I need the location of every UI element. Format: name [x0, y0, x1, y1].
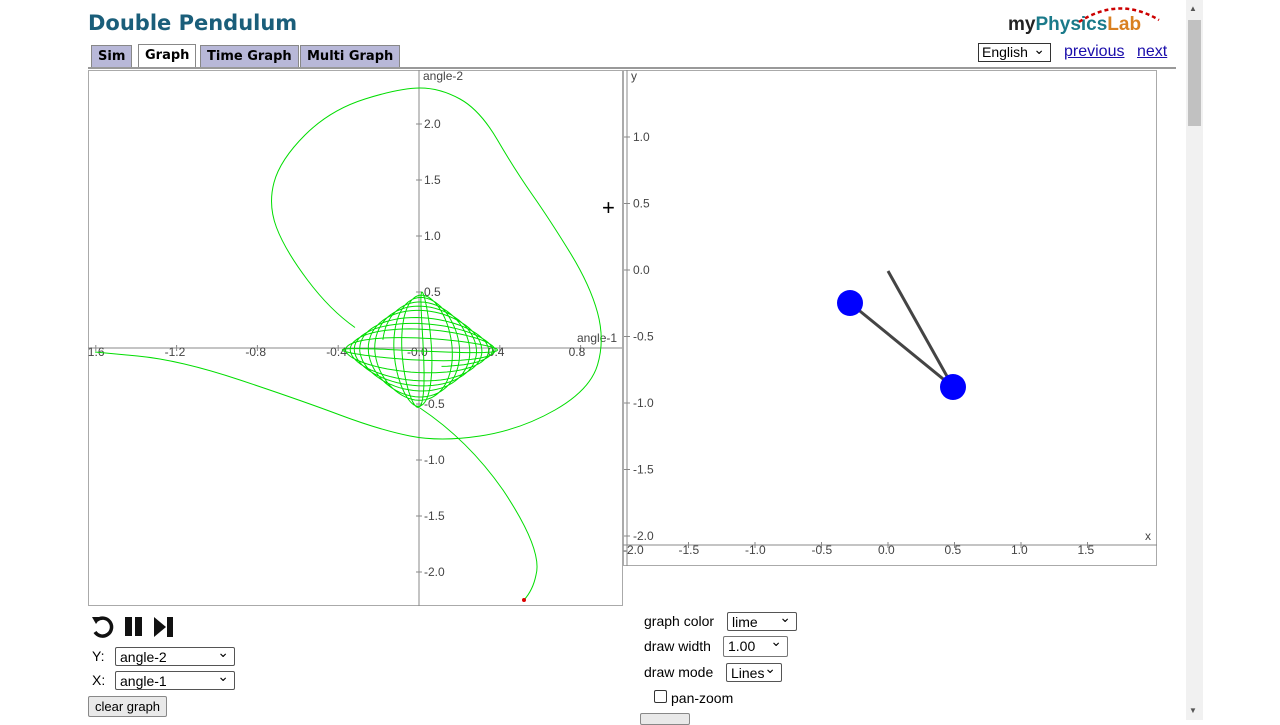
- scroll-down-icon[interactable]: ▼: [1189, 706, 1197, 715]
- pan-zoom-checkbox[interactable]: [654, 690, 667, 703]
- page-title: Double Pendulum: [88, 11, 298, 35]
- draw-width-value: 1.00: [728, 638, 756, 654]
- next-link[interactable]: next: [1137, 43, 1167, 61]
- y-axis-label: angle-2: [423, 70, 463, 83]
- y-tick-label: -2.0: [424, 565, 445, 579]
- y-tick-label: 2.0: [424, 117, 441, 131]
- pan-zoom-label: pan-zoom: [671, 690, 734, 706]
- x-axis-label: angle-1: [577, 331, 617, 345]
- more-button[interactable]: [640, 713, 690, 725]
- language-select[interactable]: English ⌄: [978, 41, 1051, 62]
- graph-color-label: graph color: [644, 613, 715, 629]
- sim-x-tick-label: 0.5: [945, 543, 962, 557]
- tab-sim[interactable]: Sim: [91, 45, 133, 67]
- y-variable-select[interactable]: angle-2: [115, 644, 235, 666]
- x-tick-label: -0.4: [326, 345, 347, 359]
- sim-x-tick-label: -1.0: [745, 543, 766, 557]
- sim-y-tick-label: -1.0: [633, 396, 654, 410]
- sim-y-tick-label: -1.5: [633, 463, 654, 477]
- pendulum-bob-2[interactable]: [837, 290, 863, 316]
- tab-divider: [88, 67, 1176, 69]
- sim-y-label: y: [631, 70, 637, 83]
- pendulum-rod-1: [886, 270, 955, 388]
- y-tick-label: -1.5: [424, 509, 445, 523]
- y-tick-label: 1.0: [424, 229, 441, 243]
- current-point: [522, 598, 526, 602]
- sim-y-tick-label: 0.5: [633, 197, 650, 211]
- pause-icon[interactable]: [123, 616, 145, 638]
- sim-x-label: x: [1145, 529, 1151, 543]
- sim-x-tick-label: -2.0: [623, 543, 644, 557]
- sim-y-tick-label: 1.0: [633, 130, 650, 144]
- draw-width-input[interactable]: 1.00: [723, 633, 788, 657]
- reset-icon[interactable]: [90, 614, 116, 640]
- sim-x-tick-label: 1.0: [1011, 543, 1028, 557]
- draw-mode-select[interactable]: Lines: [726, 660, 782, 682]
- x-tick-label: -0.8: [245, 345, 266, 359]
- x-tick-label: -1.2: [165, 345, 186, 359]
- sim-y-tick-label: -0.5: [633, 330, 654, 344]
- sim-y-tick-label: -2.0: [633, 529, 654, 543]
- draw-mode-label: draw mode: [644, 664, 714, 680]
- x-tick-label: 0.8: [569, 345, 586, 359]
- x-variable-value: angle-1: [120, 673, 167, 689]
- tab-multi-graph[interactable]: Multi Graph: [300, 45, 401, 67]
- previous-link[interactable]: previous: [1064, 43, 1124, 61]
- logo-my: my: [1008, 14, 1036, 35]
- sim-x-tick-label: 0.0: [878, 543, 895, 557]
- sim-x-tick-label: 1.5: [1078, 543, 1095, 557]
- draw-mode-value: Lines: [731, 665, 765, 681]
- graph-color-value: lime: [732, 614, 758, 630]
- site-logo[interactable]: myPhysicsLab: [1008, 7, 1160, 36]
- x-variable-select[interactable]: angle-1: [115, 668, 235, 690]
- logo-arc-icon: [1078, 7, 1160, 24]
- tab-graph[interactable]: Graph: [138, 44, 197, 68]
- pendulum-bob-1[interactable]: [940, 374, 966, 400]
- x-tick-label: -0.0: [407, 345, 428, 359]
- y-tick-label: -1.0: [424, 453, 445, 467]
- draw-width-label: draw width: [644, 638, 711, 654]
- x-select-label: X:: [92, 672, 106, 688]
- simulation-view[interactable]: y x -2.0 -1.5 -1.0 -0.5 0.0 0.5 1.0 1.5 1.0 0.5 0.…: [623, 70, 1157, 566]
- step-icon[interactable]: [153, 616, 175, 638]
- clear-graph-button[interactable]: clear graph: [88, 696, 168, 717]
- y-tick-label: 0.5: [424, 285, 441, 299]
- y-tick-label: 1.5: [424, 173, 441, 187]
- scrollbar-thumb[interactable]: [1188, 20, 1201, 126]
- sim-y-tick-label: 0.0: [633, 263, 650, 277]
- y-variable-value: angle-2: [120, 649, 167, 665]
- tab-time-graph[interactable]: Time Graph: [200, 45, 299, 67]
- y-select-label: Y:: [92, 648, 105, 664]
- pendulum-rod-2: [849, 301, 954, 389]
- sim-x-tick-label: -1.5: [679, 543, 700, 557]
- graph-color-select[interactable]: lime: [727, 609, 797, 631]
- language-value: English: [982, 44, 1028, 60]
- scroll-up-icon[interactable]: ▲: [1189, 4, 1197, 13]
- sim-x-tick-label: -0.5: [812, 543, 833, 557]
- phase-graph[interactable]: angle-2 angle-1 -1.6-1.2-0.8-0.4-0.00.40…: [88, 70, 623, 606]
- crosshair-cursor-icon: +: [602, 195, 615, 220]
- trajectory-line: [94, 87, 602, 601]
